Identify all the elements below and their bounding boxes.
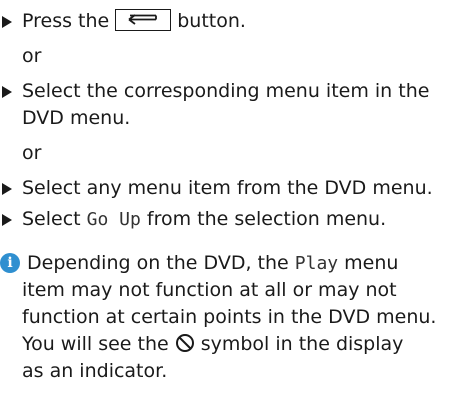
note-text: You will see the <box>22 333 169 355</box>
bullet-arrow-icon <box>2 8 18 35</box>
instruction-page: Press the button. or Select the correspon… <box>0 0 472 403</box>
step-text: DVD menu. <box>22 107 131 129</box>
note-text: menu <box>344 252 399 274</box>
step-text: Select <box>22 208 81 230</box>
step-text: from the selection menu. <box>146 208 387 230</box>
prohibited-icon <box>175 333 195 353</box>
info-icon: i <box>0 253 20 273</box>
note-text: item may not function at all or may not <box>22 279 397 301</box>
step-text: button. <box>177 10 246 32</box>
note-text: Depending on the DVD, the <box>27 252 289 274</box>
menu-item-go-up: Go Up <box>86 209 141 230</box>
note-text: symbol in the display <box>200 333 404 355</box>
back-arrow-icon <box>115 8 172 31</box>
step-text: Press the <box>22 10 110 32</box>
bullet-arrow-icon <box>2 175 18 202</box>
or-text: or <box>22 45 42 67</box>
menu-item-play: Play <box>294 253 339 274</box>
bullet-arrow-icon <box>2 206 18 233</box>
note-text: function at certain points in the DVD me… <box>22 306 437 328</box>
or-text: or <box>22 142 42 164</box>
step-text: Select the corresponding menu item in th… <box>22 80 430 102</box>
note-text: as an indicator. <box>22 360 168 382</box>
step-text: Select any menu item from the DVD menu. <box>22 177 433 199</box>
bullet-arrow-icon <box>2 78 18 105</box>
